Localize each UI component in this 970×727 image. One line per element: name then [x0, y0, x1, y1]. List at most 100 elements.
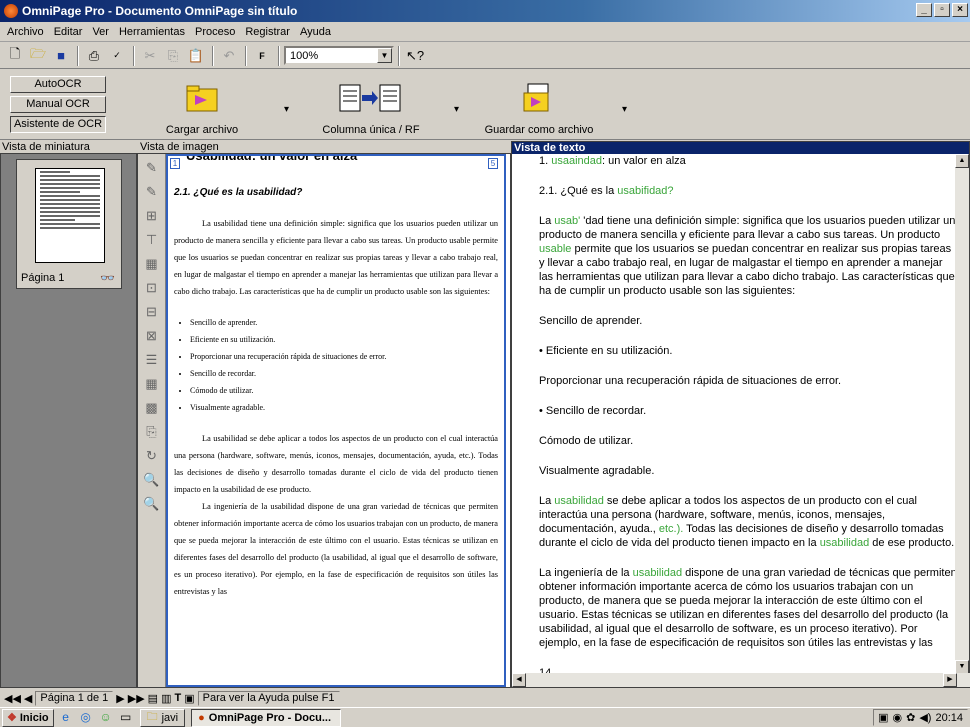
tray-app-icon[interactable]: ✿ — [906, 711, 915, 724]
spellcheck-icon[interactable]: ✓ — [106, 45, 128, 67]
volume-icon[interactable]: ◀) — [919, 711, 931, 724]
image-view-header: Vista de imagen — [140, 141, 219, 153]
open-icon[interactable]: 🗁 — [27, 45, 49, 67]
menu-ver[interactable]: Ver — [87, 26, 114, 38]
step-label: Guardar como archivo — [484, 124, 594, 136]
toolbar-separator — [278, 45, 280, 66]
system-tray: ▣ ◉ ✿ ◀) 20:14 — [873, 709, 968, 726]
menu-archivo[interactable]: Archivo — [2, 26, 49, 38]
chevron-down-icon[interactable]: ▼ — [377, 48, 392, 63]
scroll-up-icon[interactable]: ▲ — [955, 154, 969, 168]
graphic-zone-icon[interactable]: ▦ — [142, 254, 162, 274]
new-icon[interactable]: 🗋 — [4, 45, 26, 67]
text-line: 2.1. ¿Qué es la usabifidad? — [539, 185, 674, 197]
text-view-header: Vista de texto — [512, 142, 969, 154]
text-mode-icon[interactable]: T — [174, 692, 181, 704]
image-view-pane: ✎ ✎ ⊞ ⊤ ▦ ⊡ ⊟ ⊠ ☰ ▦ ▩ ⎘ ↻ 🔍 🔍 1 5 Usabil… — [137, 153, 511, 688]
menu-registrar[interactable]: Registrar — [240, 26, 295, 38]
menu-herramientas[interactable]: Herramientas — [114, 26, 190, 38]
text-paragraph: La ingeniería de la usabilidad dispone d… — [539, 567, 957, 649]
desktop-icon[interactable]: ▭ — [118, 710, 134, 726]
thumbnails-header: Vista de miniatura — [2, 141, 90, 153]
save-icon[interactable]: ■ — [50, 45, 72, 67]
page-thumbnail[interactable]: Página 1 👓 — [16, 159, 122, 289]
vertical-scrollbar[interactable]: ▲ ▼ — [955, 154, 969, 674]
step-guardar-archivo[interactable]: Guardar como archivo — [484, 80, 594, 136]
zoom-in-icon[interactable]: 🔍 — [142, 470, 162, 490]
menu-ayuda[interactable]: Ayuda — [295, 26, 336, 38]
step-dropdown-icon[interactable]: ▾ — [284, 104, 289, 115]
messenger-icon[interactable]: ☺ — [98, 710, 114, 726]
task-omnipage[interactable]: ● OmniPage Pro - Docu... — [191, 708, 342, 727]
cut-icon[interactable]: ✂ — [139, 45, 161, 67]
zoom-select[interactable]: 100% ▼ — [284, 46, 394, 65]
font-icon[interactable]: F — [251, 45, 273, 67]
autoocr-button[interactable]: AutoOCR — [10, 76, 106, 93]
restore-button[interactable]: ▫ — [934, 3, 950, 17]
step-cargar-archivo[interactable]: Cargar archivo — [162, 80, 242, 136]
document-paragraph: La ingeniería de la usabilidad dispone d… — [174, 502, 498, 596]
start-button[interactable]: ❖ Inicio — [2, 708, 54, 727]
text-editor[interactable]: 1. usaaindad: un valor en alza 2.1. ¿Qué… — [512, 154, 957, 674]
layout-mode-icon[interactable]: ▣ — [184, 692, 194, 705]
picture-icon[interactable]: ▩ — [142, 398, 162, 418]
prev-page-icon[interactable]: ◀ — [24, 692, 32, 705]
ocr-zone-icon[interactable]: ⊡ — [142, 278, 162, 298]
image-tools: ✎ ✎ ⊞ ⊤ ▦ ⊡ ⊟ ⊠ ☰ ▦ ▩ ⎘ ↻ 🔍 🔍 — [138, 154, 166, 687]
paste-icon[interactable]: 📋 — [185, 45, 207, 67]
copy-zone-icon[interactable]: ⎘ — [142, 422, 162, 442]
grid-icon[interactable]: ▦ — [142, 374, 162, 394]
draw-zone-icon[interactable]: ✎ — [142, 158, 162, 178]
thumbnail-pane: Página 1 👓 — [0, 153, 137, 688]
view-mode-icon[interactable]: ▥ — [161, 692, 171, 705]
table-zone-icon[interactable]: ⊤ — [142, 230, 162, 250]
copy-icon[interactable]: ⎘ — [162, 45, 184, 67]
status-bar: ◀◀ ◀ Página 1 de 1 ▶ ▶▶ ▤ ▥ T ▣ Para ver… — [0, 689, 970, 707]
last-page-icon[interactable]: ▶▶ — [128, 692, 145, 705]
text-zone-icon[interactable]: ⊞ — [142, 206, 162, 226]
help-hint: Para ver la Ayuda pulse F1 — [197, 690, 340, 706]
print-icon[interactable]: ⎙ — [83, 45, 105, 67]
folder-icon: 🗀 — [146, 711, 158, 723]
help-pointer-icon[interactable]: ↖? — [404, 45, 426, 67]
title-bar[interactable]: OmniPage Pro - Documento OmniPage sin tí… — [0, 0, 970, 22]
rotate-icon[interactable]: ↻ — [142, 446, 162, 466]
draw-zone-alt-icon[interactable]: ✎ — [142, 182, 162, 202]
clock[interactable]: 20:14 — [935, 712, 963, 724]
scroll-right-icon[interactable]: ▶ — [943, 673, 957, 687]
network-icon[interactable]: ▣ — [878, 711, 888, 724]
toolbar-separator — [398, 45, 400, 66]
windows-taskbar: ❖ Inicio e ◎ ☺ ▭ 🗀 javi ● OmniPage Pro -… — [0, 707, 970, 727]
asistente-ocr-button[interactable]: Asistente de OCR — [10, 116, 106, 133]
merge-zone-icon[interactable]: ⊠ — [142, 326, 162, 346]
minimize-button[interactable]: _ — [916, 3, 932, 17]
text-line: Visualmente agradable. — [539, 465, 655, 477]
undo-icon[interactable]: ↶ — [218, 45, 240, 67]
list-item: Visualmente agradable. — [190, 399, 498, 416]
text-line: • Eficiente en su utilización. — [539, 345, 673, 357]
zoom-out-icon[interactable]: 🔍 — [142, 494, 162, 514]
menu-editar[interactable]: Editar — [49, 26, 88, 38]
first-page-icon[interactable]: ◀◀ — [4, 692, 21, 705]
column-zone-icon[interactable]: ⊟ — [142, 302, 162, 322]
text-line: Cómodo de utilizar. — [539, 435, 634, 447]
horizontal-scrollbar[interactable]: ◀ ▶ — [512, 673, 970, 687]
menu-proceso[interactable]: Proceso — [190, 26, 240, 38]
ie-icon[interactable]: e — [58, 710, 74, 726]
window-controls: _ ▫ × — [916, 3, 968, 17]
manual-ocr-button[interactable]: Manual OCR — [10, 96, 106, 113]
view-mode-icon[interactable]: ▤ — [148, 692, 158, 705]
next-page-icon[interactable]: ▶ — [116, 692, 124, 705]
outlook-icon[interactable]: ◎ — [78, 710, 94, 726]
step-dropdown-icon[interactable]: ▾ — [454, 104, 459, 115]
scroll-down-icon[interactable]: ▼ — [955, 660, 969, 674]
step-columna-unica[interactable]: Columna única / RF — [316, 80, 426, 136]
tray-app-icon[interactable]: ◉ — [893, 711, 903, 724]
task-folder-javi[interactable]: 🗀 javi — [139, 708, 186, 727]
close-button[interactable]: × — [952, 3, 968, 17]
document-paragraph: La usabilidad tiene una definición simpl… — [174, 219, 498, 296]
document-bullet-list: Sencillo de aprender. Eficiente en su ut… — [190, 314, 498, 416]
scroll-left-icon[interactable]: ◀ — [512, 673, 526, 687]
order-zone-icon[interactable]: ☰ — [142, 350, 162, 370]
step-dropdown-icon[interactable]: ▾ — [622, 104, 627, 115]
